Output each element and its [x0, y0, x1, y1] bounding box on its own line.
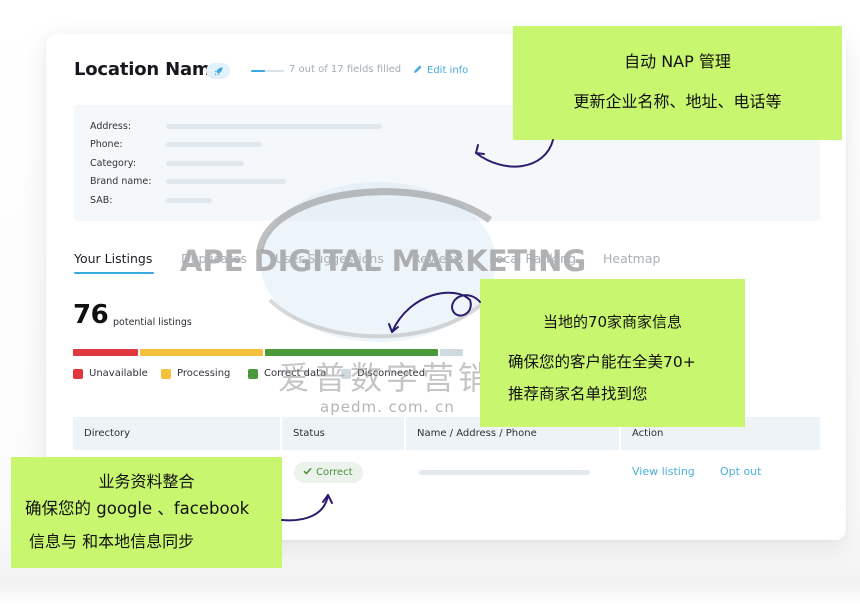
edit-info-label: Edit info — [427, 65, 469, 76]
callout-data-sync: 业务资料整合 确保您的 google 、facebook 信息与 和本地信息同步 — [11, 457, 282, 568]
legend-item: Processing — [161, 368, 230, 379]
legend-item: Disconnected — [341, 368, 425, 379]
nap-info-row: Address: — [90, 120, 382, 132]
fields-progress-fill — [251, 70, 265, 72]
potential-listings-label: potential listings — [113, 317, 192, 328]
nap-field-value-bar — [166, 197, 212, 203]
nap-info-row: Phone: — [90, 139, 262, 151]
tab-reviews[interactable]: Reviews — [412, 251, 463, 266]
legend-label: Unavailable — [89, 368, 148, 379]
legend-swatch — [341, 368, 351, 379]
column-header-directory: Directory — [73, 417, 280, 450]
nap-field-label: Category: — [90, 157, 136, 169]
callout-local-listings: 当地的70家商家信息 确保您的客户能在全美70+ 推荐商家名单找到您 — [480, 279, 745, 427]
callout-nap-management: 自动 NAP 管理 更新企业名称、地址、电话等 — [513, 26, 842, 140]
callout-sync-title: 业务资料整合 — [98, 472, 195, 491]
legend-label: Disconnected — [357, 368, 426, 379]
legend-label: Processing — [177, 368, 231, 379]
fields-progress-bar — [251, 70, 284, 72]
nap-field-value-bar — [166, 123, 382, 129]
nap-field-label: Address: — [90, 120, 132, 132]
legend-item: Unavailable — [73, 368, 148, 379]
tab-duplicates[interactable]: Duplicates — [181, 251, 247, 266]
rocket-icon — [213, 62, 224, 81]
rocket-badge[interactable] — [206, 63, 230, 79]
nap-field-label: Brand name: — [90, 176, 152, 187]
legend-label: Correct data — [264, 368, 327, 379]
callout-listings-desc-2: 推荐商家名单找到您 — [508, 385, 648, 403]
legend-item: Correct data — [248, 368, 326, 379]
active-tab-indicator — [74, 272, 154, 274]
nap-field-value-bar — [166, 179, 286, 184]
callout-sync-desc-1: 确保您的 google 、facebook — [25, 499, 250, 518]
check-icon — [303, 467, 312, 478]
status-badge-label: Correct — [316, 467, 353, 478]
callout-nap-desc: 更新企业名称、地址、电话等 — [573, 92, 782, 111]
nap-info-row: Category: — [90, 157, 244, 169]
fields-filled-text: 7 out of 17 fields filled — [289, 64, 402, 75]
nap-info-row: Brand name: — [90, 176, 286, 188]
callout-nap-title: 自动 NAP 管理 — [624, 52, 731, 71]
nap-field-value-bar — [166, 160, 244, 166]
status-segment-unavailable — [73, 349, 139, 356]
status-breakdown-bar — [73, 349, 463, 356]
status-segment-disconnected — [439, 349, 463, 356]
status-segment-correct-data — [265, 349, 438, 356]
location-title: Location Name — [74, 59, 223, 80]
column-header-status: Status — [282, 417, 404, 450]
status-segment-processing — [140, 349, 264, 356]
nap-info-row: SAB: — [90, 194, 212, 206]
nap-field-label: Phone: — [90, 139, 123, 150]
tab-heatmap[interactable]: Heatmap — [603, 251, 660, 266]
legend-swatch — [73, 368, 83, 379]
tab-user-suggestions[interactable]: User Suggestions — [275, 251, 384, 266]
tab-your-listings[interactable]: Your Listings — [74, 251, 152, 266]
pencil-icon — [413, 64, 423, 77]
status-badge: Correct — [294, 462, 363, 483]
nap-field-value-bar — [166, 142, 262, 147]
callout-listings-title: 当地的70家商家信息 — [542, 313, 683, 331]
opt-out-link[interactable]: Opt out — [720, 465, 761, 478]
legend-swatch — [248, 368, 258, 379]
view-listing-link[interactable]: View listing — [632, 465, 695, 478]
nap-placeholder-bar — [419, 470, 590, 475]
legend-swatch — [161, 368, 171, 379]
potential-listings-count: 76 — [73, 300, 109, 330]
callout-sync-desc-2: 信息与 和本地信息同步 — [29, 532, 195, 551]
nap-field-label: SAB: — [90, 194, 113, 206]
tab-local-ranking[interactable]: Local Ranking — [489, 251, 576, 266]
callout-listings-desc-1: 确保您的客户能在全美70+ — [508, 353, 696, 371]
edit-info-link[interactable]: Edit info — [413, 64, 468, 77]
